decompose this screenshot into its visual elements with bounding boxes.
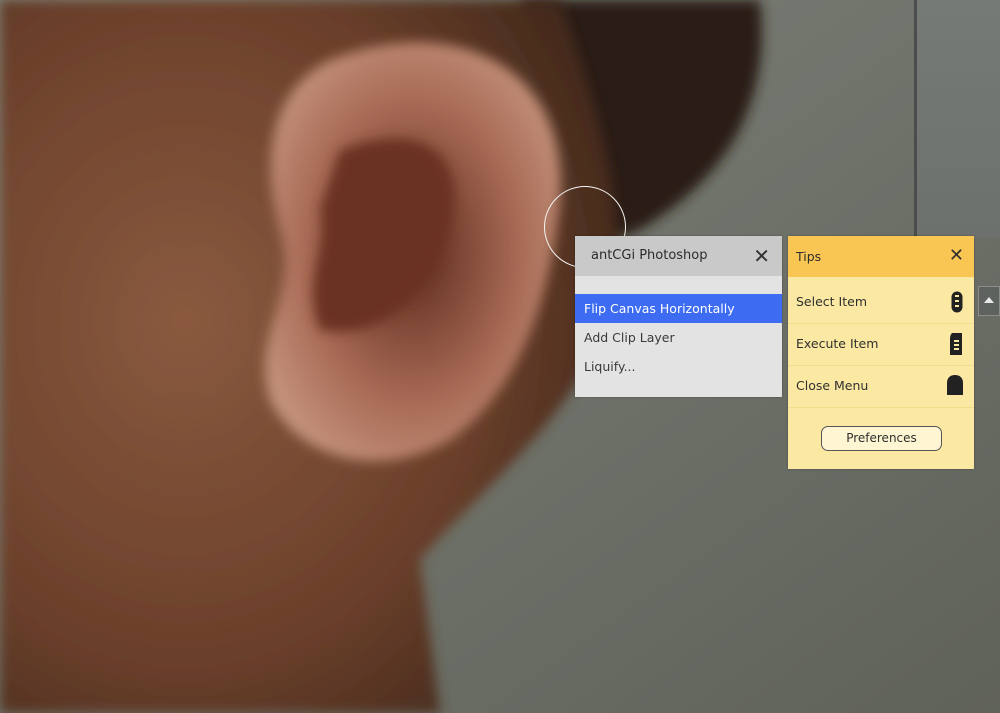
tips-panel: Tips ✕ Select Item Execute Item Close Me… bbox=[788, 236, 974, 469]
panel-dock bbox=[914, 0, 1000, 238]
mouse-icon bbox=[947, 375, 963, 395]
tip-label: Close Menu bbox=[796, 378, 869, 393]
close-icon[interactable]: ✕ bbox=[753, 244, 770, 268]
mouse-button-icon bbox=[950, 333, 962, 355]
menu-item-liquify[interactable]: Liquify... bbox=[575, 352, 782, 381]
preferences-button[interactable]: Preferences bbox=[821, 426, 942, 451]
close-icon[interactable]: ✕ bbox=[949, 245, 964, 266]
tip-row-execute-item: Execute Item bbox=[788, 323, 974, 366]
popup-title: antCGi Photoshop bbox=[591, 248, 708, 263]
tip-label: Select Item bbox=[796, 294, 867, 309]
popup-header: antCGi Photoshop ✕ bbox=[575, 236, 782, 276]
chevron-up-icon bbox=[984, 297, 994, 303]
menu-list: Flip Canvas Horizontally Add Clip Layer … bbox=[575, 294, 782, 381]
tip-label: Execute Item bbox=[796, 336, 879, 351]
tips-title: Tips bbox=[796, 249, 822, 264]
scroll-wheel-icon bbox=[951, 291, 963, 313]
panel-collapse-tab[interactable] bbox=[978, 286, 1000, 316]
tips-header: Tips ✕ bbox=[788, 236, 974, 277]
quick-menu-popup: antCGi Photoshop ✕ Flip Canvas Horizonta… bbox=[575, 236, 782, 397]
tip-row-select-item: Select Item bbox=[788, 281, 974, 324]
tip-row-close-menu: Close Menu bbox=[788, 365, 974, 408]
menu-item-add-clip-layer[interactable]: Add Clip Layer bbox=[575, 323, 782, 352]
menu-item-flip-canvas[interactable]: Flip Canvas Horizontally bbox=[575, 294, 782, 323]
